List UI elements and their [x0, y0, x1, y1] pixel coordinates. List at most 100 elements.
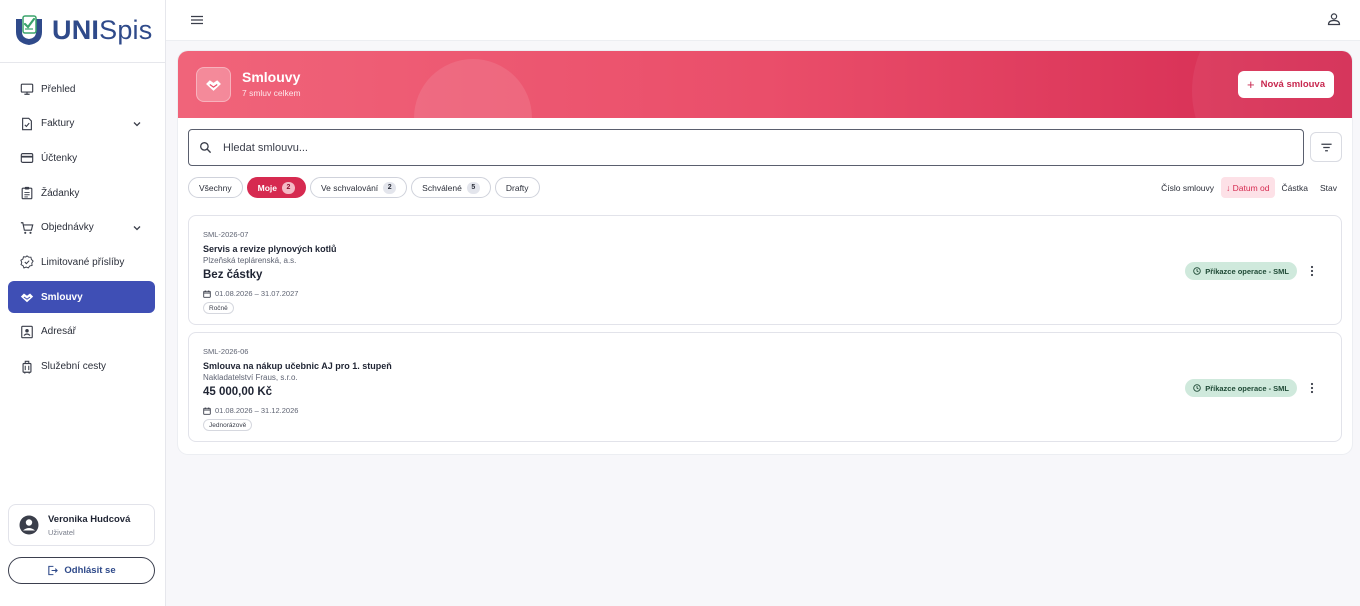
sort-label: Stav: [1319, 182, 1337, 193]
chip-vsechny[interactable]: Všechny: [188, 177, 243, 198]
search-input[interactable]: [223, 141, 1283, 154]
luggage-icon: [20, 360, 34, 374]
cart-icon: [20, 221, 34, 235]
sidebar-item-faktury[interactable]: Faktury: [8, 108, 155, 140]
calendar-icon: [203, 407, 211, 415]
sidebar-divider: [0, 62, 166, 63]
logout-button[interactable]: Odhlásit se: [8, 557, 155, 584]
more-options-button[interactable]: [1307, 381, 1317, 395]
sort-stav[interactable]: Stav: [1315, 177, 1342, 198]
chevron-down-icon: [133, 121, 141, 127]
sidebar-item-uctenky[interactable]: Účtenky: [8, 142, 155, 174]
sidebar-item-label: Objednávky: [41, 222, 94, 234]
contract-dates: 01.08.2026 – 31.12.2026: [203, 406, 298, 415]
chip-label: Drafty: [505, 182, 529, 193]
contract-date-range: 01.08.2026 – 31.12.2026: [215, 406, 299, 415]
logo-shield-icon: [16, 15, 42, 45]
sidebar-item-limitovane-prisliby[interactable]: Limitované příslíby: [8, 246, 155, 278]
status-label: Příkazce operace - SML: [1205, 383, 1289, 393]
top-bar: [166, 0, 1360, 41]
status-badge: Příkazce operace - SML: [1185, 379, 1297, 397]
logout-label: Odhlásit se: [64, 565, 116, 576]
clock-icon: [1193, 267, 1201, 275]
sort-label: Datum od: [1232, 182, 1270, 193]
chip-count: 2: [281, 181, 295, 194]
page-subtitle: 7 smluv celkem: [242, 88, 301, 98]
contacts-icon: [20, 325, 34, 339]
filter-icon: [1320, 143, 1332, 151]
user-card[interactable]: Veronika Hudcová Uživatel: [8, 504, 155, 546]
handshake-icon: [196, 67, 231, 102]
contract-title: Servis a revize plynových kotlů: [203, 244, 337, 254]
contract-card[interactable]: SML-2026-06 Smlouva na nákup učebnic AJ …: [188, 332, 1342, 442]
sidebar-nav: Přehled Faktury Účtenky Žádanky Objednáv…: [8, 73, 155, 385]
handshake-icon: [20, 290, 34, 304]
sidebar-item-prehled[interactable]: Přehled: [8, 73, 155, 105]
receipt-icon: [20, 151, 34, 165]
contract-organization: Plzeňská teplárenská, a.s.: [203, 256, 297, 265]
limit-badge-icon: [20, 255, 34, 270]
app-logo[interactable]: UNISpis: [12, 12, 152, 48]
sidebar-item-label: Limitované příslíby: [41, 256, 125, 268]
more-vert-icon: [1310, 265, 1314, 277]
filter-button[interactable]: [1310, 132, 1342, 162]
sidebar: UNISpis Přehled Faktury Účtenky Žádanky …: [0, 0, 166, 606]
sidebar-item-objednavky[interactable]: Objednávky: [8, 212, 155, 244]
sidebar-item-label: Služební cesty: [41, 361, 107, 372]
sidebar-item-label: Žádanky: [41, 187, 80, 199]
page-title: Smlouvy: [242, 69, 301, 85]
chip-drafty[interactable]: Drafty: [494, 177, 540, 198]
monitor-icon: [20, 82, 34, 96]
avatar: [19, 515, 39, 535]
page-header: Smlouvy 7 smluv celkem + Nová smlouva: [178, 51, 1352, 118]
contract-card[interactable]: SML-2026-07 Servis a revize plynových ko…: [188, 215, 1342, 325]
invoice-icon: [20, 117, 34, 131]
sort-label: Částka: [1281, 182, 1308, 193]
sort-label: Číslo smlouvy: [1161, 182, 1215, 193]
sidebar-item-label: Faktury: [41, 118, 75, 130]
chip-count: 2: [383, 181, 397, 194]
chip-schvalene[interactable]: Schválené 5: [411, 177, 491, 198]
status-badge: Příkazce operace - SML: [1185, 262, 1297, 280]
arrow-down-icon: ↓: [1226, 182, 1233, 193]
contract-organization: Nakladatelství Fraus, s.r.o.: [203, 373, 298, 382]
sort-cislo-smlouvy[interactable]: Číslo smlouvy: [1156, 177, 1219, 198]
sidebar-item-adresar[interactable]: Adresář: [8, 316, 155, 348]
sort-datum-od[interactable]: ↓ Datum od: [1221, 177, 1275, 198]
sidebar-item-label: Účtenky: [41, 152, 78, 164]
more-vert-icon: [1310, 382, 1314, 394]
contracts-panel: Smlouvy 7 smluv celkem + Nová smlouva Vš…: [178, 51, 1352, 454]
chip-label: Ve schvalování: [320, 182, 379, 193]
sidebar-item-label: Smlouvy: [41, 291, 83, 303]
more-options-button[interactable]: [1307, 264, 1317, 278]
search-field[interactable]: [188, 129, 1304, 166]
sidebar-item-label: Adresář: [41, 326, 77, 338]
status-label: Příkazce operace - SML: [1205, 266, 1289, 276]
account-icon[interactable]: [1327, 12, 1341, 26]
sidebar-item-zadanky[interactable]: Žádanky: [8, 177, 155, 209]
user-role: Uživatel: [48, 527, 75, 537]
chevron-down-icon: [133, 225, 141, 231]
new-contract-label: Nová smlouva: [1260, 79, 1325, 90]
chip-moje[interactable]: Moje 2: [246, 177, 306, 198]
chip-label: Schválené: [422, 182, 462, 193]
plus-icon: +: [1246, 76, 1255, 92]
contract-period-badge: Ročně: [203, 302, 234, 314]
logout-icon: [48, 565, 59, 576]
sidebar-item-sluzebni-cesty[interactable]: Služební cesty: [8, 351, 155, 383]
contract-title: Smlouva na nákup učebnic AJ pro 1. stupe…: [203, 361, 392, 371]
new-contract-button[interactable]: + Nová smlouva: [1238, 71, 1334, 98]
sidebar-item-smlouvy[interactable]: Smlouvy: [8, 281, 155, 314]
calendar-icon: [203, 290, 211, 298]
contract-period-badge: Jednorázově: [203, 419, 253, 431]
menu-icon[interactable]: [190, 13, 204, 27]
filter-chips: Všechny Moje 2 Ve schvalování 2 Schválené 5…: [188, 177, 540, 198]
contract-amount: 45 000,00 Kč: [203, 386, 273, 398]
chip-label: Všechny: [199, 182, 232, 193]
search-icon: [200, 142, 212, 154]
contract-date-range: 01.08.2026 – 31.07.2027: [215, 289, 299, 298]
user-info: Veronika Hudcová Uživatel: [48, 514, 130, 537]
sort-castka[interactable]: Částka: [1277, 177, 1313, 198]
chip-ve-schvalovani[interactable]: Ve schvalování 2: [309, 177, 408, 198]
decorative-circle: [414, 59, 532, 118]
